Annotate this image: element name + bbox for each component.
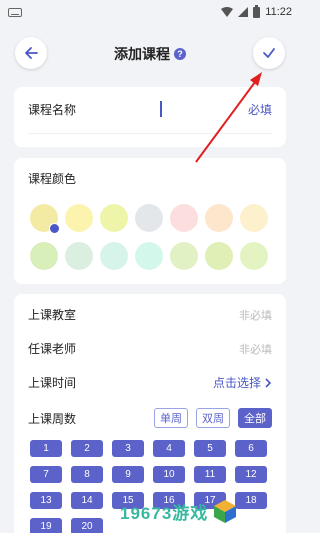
course-color-card: 课程颜色 xyxy=(14,158,286,284)
text-cursor xyxy=(160,101,162,117)
color-swatch[interactable] xyxy=(100,204,128,232)
weeks-label: 上课周数 xyxy=(28,411,77,426)
week-cell[interactable]: 19 xyxy=(30,518,62,533)
time-row[interactable]: 上课时间 点击选择 xyxy=(28,374,272,391)
teacher-placeholder[interactable]: 非必填 xyxy=(239,341,272,357)
color-swatch-grid xyxy=(30,204,272,270)
week-cell[interactable]: 3 xyxy=(112,440,144,457)
week-cell[interactable]: 5 xyxy=(194,440,226,457)
color-swatch[interactable] xyxy=(205,242,233,270)
color-swatch[interactable] xyxy=(30,204,60,234)
weeks-row: 上课周数 单周 双周 全部 xyxy=(28,408,272,428)
cube-logo-icon xyxy=(214,500,237,523)
classroom-placeholder[interactable]: 非必填 xyxy=(239,307,272,323)
classroom-row[interactable]: 上课教室 非必填 xyxy=(28,306,272,323)
color-swatch[interactable] xyxy=(135,204,163,232)
divider xyxy=(28,133,272,134)
course-name-label: 课程名称 xyxy=(28,103,77,117)
selected-check-icon xyxy=(49,223,60,234)
week-filter-group: 单周 双周 全部 xyxy=(154,408,272,428)
color-swatch[interactable] xyxy=(240,242,268,270)
required-hint: 必填 xyxy=(247,103,272,117)
color-swatch[interactable] xyxy=(170,242,198,270)
week-cell[interactable]: 10 xyxy=(153,466,185,483)
checkmark-icon xyxy=(263,48,275,58)
watermark: 19673游戏 xyxy=(120,494,280,528)
color-swatch[interactable] xyxy=(30,242,58,270)
status-time: 11:22 xyxy=(265,6,292,18)
page-title: 添加课程 xyxy=(114,46,170,62)
week-cell[interactable]: 1 xyxy=(30,440,62,457)
week-filter-button[interactable]: 全部 xyxy=(238,408,272,428)
teacher-label: 任课老师 xyxy=(28,342,77,356)
week-filter-button[interactable]: 双周 xyxy=(196,408,230,428)
time-label: 上课时间 xyxy=(28,376,77,390)
course-name-card: 课程名称 必填 xyxy=(14,87,286,147)
course-color-label: 课程颜色 xyxy=(28,172,77,186)
color-swatch[interactable] xyxy=(170,204,198,232)
keyboard-icon xyxy=(8,7,22,17)
header: 添加课程 ? xyxy=(0,32,300,74)
wifi-icon xyxy=(221,7,234,17)
help-icon[interactable]: ? xyxy=(174,48,186,60)
watermark-text: 19673游戏 xyxy=(120,503,209,523)
chevron-right-icon xyxy=(265,377,272,388)
color-swatch[interactable] xyxy=(135,242,163,270)
week-cell[interactable]: 20 xyxy=(71,518,103,533)
classroom-label: 上课教室 xyxy=(28,308,77,322)
teacher-row[interactable]: 任课老师 非必填 xyxy=(28,340,272,357)
color-swatch[interactable] xyxy=(240,204,268,232)
time-select-link[interactable]: 点击选择 xyxy=(213,374,272,391)
week-cell[interactable]: 8 xyxy=(71,466,103,483)
course-name-row[interactable]: 课程名称 必填 xyxy=(28,101,272,118)
week-cell[interactable]: 13 xyxy=(30,492,62,509)
signal-icon xyxy=(238,7,249,17)
color-swatch[interactable] xyxy=(65,242,93,270)
week-cell[interactable]: 6 xyxy=(235,440,267,457)
time-action-text: 点击选择 xyxy=(212,376,261,390)
week-filter-button[interactable]: 单周 xyxy=(154,408,188,428)
week-cell[interactable]: 2 xyxy=(71,440,103,457)
week-cell[interactable]: 12 xyxy=(235,466,267,483)
color-swatch[interactable] xyxy=(65,204,93,232)
week-cell[interactable]: 14 xyxy=(71,492,103,509)
week-cell[interactable]: 4 xyxy=(153,440,185,457)
color-swatch[interactable] xyxy=(205,204,233,232)
status-bar: 11:22 xyxy=(0,0,300,24)
battery-icon xyxy=(253,4,261,18)
color-swatch[interactable] xyxy=(100,242,128,270)
week-cell[interactable]: 9 xyxy=(112,466,144,483)
week-cell[interactable]: 7 xyxy=(30,466,62,483)
week-cell[interactable]: 11 xyxy=(194,466,226,483)
confirm-button[interactable] xyxy=(253,37,285,69)
